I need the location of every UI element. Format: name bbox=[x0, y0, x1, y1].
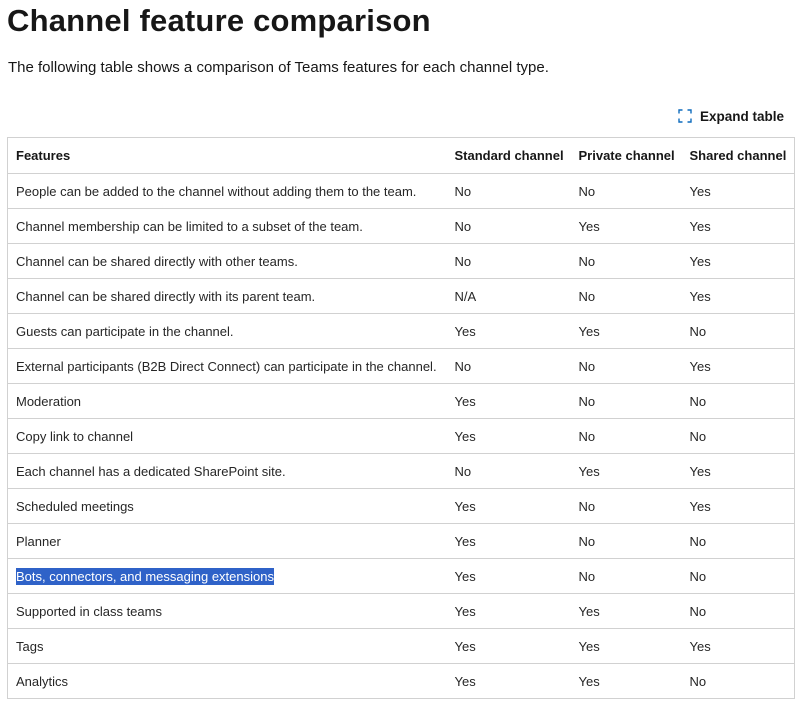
cell-standard-channel: Yes bbox=[446, 418, 571, 454]
cell-feature: Each channel has a dedicated SharePoint … bbox=[7, 453, 447, 489]
cell-standard-channel: No bbox=[446, 348, 571, 384]
cell-shared-channel: Yes bbox=[681, 453, 795, 489]
cell-feature: Moderation bbox=[7, 383, 447, 419]
expand-icon bbox=[678, 109, 692, 123]
cell-feature: Tags bbox=[7, 628, 447, 664]
cell-shared-channel: No bbox=[681, 313, 795, 349]
cell-shared-channel: Yes bbox=[681, 348, 795, 384]
table-row: Tags Yes Yes Yes bbox=[7, 628, 795, 664]
table-row: Channel can be shared directly with its … bbox=[7, 278, 795, 314]
cell-private-channel: Yes bbox=[570, 313, 682, 349]
cell-private-channel: No bbox=[570, 383, 682, 419]
table-row: People can be added to the channel witho… bbox=[7, 173, 795, 209]
table-row: Moderation Yes No No bbox=[7, 383, 795, 419]
table-header-row: Features Standard channel Private channe… bbox=[7, 137, 795, 174]
cell-private-channel: No bbox=[570, 418, 682, 454]
cell-feature: Analytics bbox=[7, 663, 447, 699]
cell-feature: Planner bbox=[7, 523, 447, 559]
cell-private-channel: No bbox=[570, 278, 682, 314]
cell-standard-channel: No bbox=[446, 453, 571, 489]
cell-feature: Guests can participate in the channel. bbox=[7, 313, 447, 349]
cell-feature: Bots, connectors, and messaging extensio… bbox=[7, 558, 447, 594]
cell-private-channel: No bbox=[570, 243, 682, 279]
cell-shared-channel: No bbox=[681, 383, 795, 419]
header-features: Features bbox=[7, 137, 447, 174]
feature-comparison-table: Features Standard channel Private channe… bbox=[7, 137, 795, 699]
header-private-channel: Private channel bbox=[570, 137, 682, 174]
table-row: Guests can participate in the channel. Ye… bbox=[7, 313, 795, 349]
cell-shared-channel: No bbox=[681, 663, 795, 699]
cell-shared-channel: No bbox=[681, 593, 795, 629]
cell-private-channel: Yes bbox=[570, 453, 682, 489]
cell-private-channel: Yes bbox=[570, 593, 682, 629]
expand-table-label: Expand table bbox=[699, 108, 784, 124]
table-row: Scheduled meetings Yes No Yes bbox=[7, 488, 795, 524]
cell-shared-channel: Yes bbox=[681, 173, 795, 209]
table-row: Analytics Yes Yes No bbox=[7, 663, 795, 699]
table-row: Each channel has a dedicated SharePoint … bbox=[7, 453, 795, 489]
cell-standard-channel: N/A bbox=[446, 278, 571, 314]
cell-feature: Channel membership can be limited to a s… bbox=[7, 208, 447, 244]
cell-feature: People can be added to the channel witho… bbox=[7, 173, 447, 209]
cell-private-channel: No bbox=[570, 558, 682, 594]
cell-feature: Channel can be shared directly with its … bbox=[7, 278, 447, 314]
header-shared-channel: Shared channel bbox=[681, 137, 795, 174]
page-title: Channel feature comparison bbox=[7, 3, 431, 38]
header-standard-channel: Standard channel bbox=[446, 137, 571, 174]
intro-text: The following table shows a comparison o… bbox=[8, 59, 549, 76]
cell-feature: Channel can be shared directly with othe… bbox=[7, 243, 447, 279]
table-row: Copy link to channel Yes No No bbox=[7, 418, 795, 454]
table-row: Channel membership can be limited to a s… bbox=[7, 208, 795, 244]
cell-standard-channel: Yes bbox=[446, 593, 571, 629]
cell-private-channel: No bbox=[570, 523, 682, 559]
cell-private-channel: Yes bbox=[570, 663, 682, 699]
cell-standard-channel: No bbox=[446, 173, 571, 209]
cell-private-channel: Yes bbox=[570, 628, 682, 664]
cell-shared-channel: Yes bbox=[681, 208, 795, 244]
cell-shared-channel: No bbox=[681, 523, 795, 559]
cell-feature: Copy link to channel bbox=[7, 418, 447, 454]
cell-private-channel: No bbox=[570, 348, 682, 384]
cell-shared-channel: Yes bbox=[681, 278, 795, 314]
cell-standard-channel: Yes bbox=[446, 663, 571, 699]
selected-text[interactable]: Bots, connectors, and messaging extensio… bbox=[16, 567, 274, 585]
cell-private-channel: Yes bbox=[570, 208, 682, 244]
cell-feature: Scheduled meetings bbox=[7, 488, 447, 524]
cell-private-channel: No bbox=[570, 173, 682, 209]
cell-shared-channel: Yes bbox=[681, 628, 795, 664]
cell-feature: Supported in class teams bbox=[7, 593, 447, 629]
table-row: External participants (B2B Direct Connec… bbox=[7, 348, 795, 384]
cell-standard-channel: No bbox=[446, 243, 571, 279]
cell-shared-channel: Yes bbox=[681, 243, 795, 279]
cell-standard-channel: Yes bbox=[446, 313, 571, 349]
cell-standard-channel: No bbox=[446, 208, 571, 244]
cell-standard-channel: Yes bbox=[446, 383, 571, 419]
cell-private-channel: No bbox=[570, 488, 682, 524]
expand-table-button[interactable]: Expand table bbox=[678, 105, 784, 127]
cell-standard-channel: Yes bbox=[446, 628, 571, 664]
cell-shared-channel: No bbox=[681, 558, 795, 594]
cell-standard-channel: Yes bbox=[446, 523, 571, 559]
table-row: Channel can be shared directly with othe… bbox=[7, 243, 795, 279]
table-row: Bots, connectors, and messaging extensio… bbox=[7, 558, 795, 594]
cell-standard-channel: Yes bbox=[446, 488, 571, 524]
cell-standard-channel: Yes bbox=[446, 558, 571, 594]
cell-shared-channel: Yes bbox=[681, 488, 795, 524]
table-row: Supported in class teams Yes Yes No bbox=[7, 593, 795, 629]
cell-shared-channel: No bbox=[681, 418, 795, 454]
table-row: Planner Yes No No bbox=[7, 523, 795, 559]
cell-feature: External participants (B2B Direct Connec… bbox=[7, 348, 447, 384]
